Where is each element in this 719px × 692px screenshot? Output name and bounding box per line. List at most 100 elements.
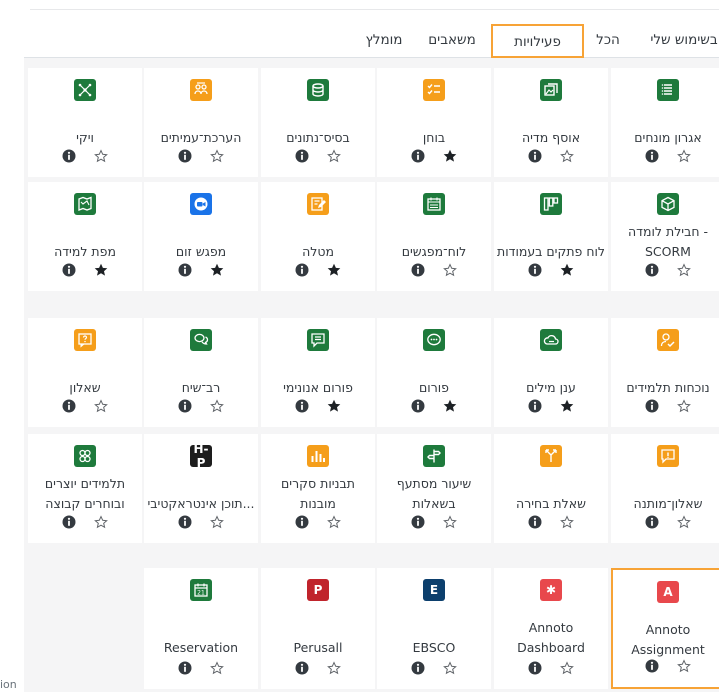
info-icon[interactable] bbox=[295, 149, 309, 163]
info-icon[interactable] bbox=[295, 515, 309, 529]
info-icon[interactable] bbox=[178, 399, 192, 413]
tab-activities[interactable]: פעילויות bbox=[491, 24, 584, 58]
star-outline-icon[interactable] bbox=[677, 263, 691, 277]
info-icon[interactable] bbox=[178, 661, 192, 675]
star-outline-icon[interactable] bbox=[443, 515, 457, 529]
activity-card[interactable]: לוח פתקים בעמודות bbox=[494, 182, 608, 291]
star-filled-icon[interactable] bbox=[560, 263, 574, 277]
activity-card[interactable]: שאלון bbox=[28, 318, 142, 427]
star-outline-icon[interactable] bbox=[210, 399, 224, 413]
star-outline-icon[interactable] bbox=[560, 515, 574, 529]
star-filled-icon[interactable] bbox=[210, 263, 224, 277]
star-outline-icon[interactable] bbox=[560, 661, 574, 675]
activity-card[interactable]: נוכחות תלמידים bbox=[611, 318, 719, 427]
star-outline-icon[interactable] bbox=[677, 149, 691, 163]
star-filled-icon[interactable] bbox=[327, 263, 341, 277]
info-icon[interactable] bbox=[645, 659, 659, 673]
activity-name: ענן מילים bbox=[526, 380, 576, 395]
info-icon[interactable] bbox=[528, 515, 542, 529]
info-icon[interactable] bbox=[295, 399, 309, 413]
activity-card[interactable]: רב־שיח bbox=[144, 318, 258, 427]
star-outline-icon[interactable] bbox=[94, 399, 108, 413]
info-icon[interactable] bbox=[295, 263, 309, 277]
activity-card[interactable]: ענן מילים bbox=[494, 318, 608, 427]
info-icon[interactable] bbox=[645, 263, 659, 277]
star-outline-icon[interactable] bbox=[94, 515, 108, 529]
info-icon[interactable] bbox=[295, 661, 309, 675]
activity-card[interactable]: בוחן bbox=[377, 68, 491, 177]
activity-card[interactable]: בסיס־נתונים bbox=[261, 68, 375, 177]
activity-card[interactable]: שיעור מסתעף בשאלות bbox=[377, 434, 491, 543]
info-icon[interactable] bbox=[645, 399, 659, 413]
star-outline-icon[interactable] bbox=[210, 515, 224, 529]
star-outline-icon[interactable] bbox=[210, 661, 224, 675]
empty-cell bbox=[28, 568, 142, 677]
activity-card[interactable]: שאלת בחירה bbox=[494, 434, 608, 543]
star-outline-icon[interactable] bbox=[327, 515, 341, 529]
survey-icon bbox=[307, 445, 329, 467]
activity-card[interactable]: מטלה bbox=[261, 182, 375, 291]
tab-resources[interactable]: משאבים bbox=[419, 24, 485, 58]
info-icon[interactable] bbox=[528, 149, 542, 163]
info-icon[interactable] bbox=[528, 263, 542, 277]
activity-card[interactable]: חבילת לומדה - SCORM bbox=[611, 182, 719, 291]
activity-card[interactable]: פורום bbox=[377, 318, 491, 427]
star-outline-icon[interactable] bbox=[677, 659, 691, 673]
info-icon[interactable] bbox=[645, 515, 659, 529]
star-outline-icon[interactable] bbox=[677, 399, 691, 413]
star-outline-icon[interactable] bbox=[677, 515, 691, 529]
tab-recommended[interactable]: מומלץ bbox=[357, 24, 411, 58]
info-icon[interactable] bbox=[645, 149, 659, 163]
info-icon[interactable] bbox=[62, 399, 76, 413]
activity-card[interactable]: שאלון־מותנה bbox=[611, 434, 719, 543]
activity-card[interactable]: תלמידים יוצרים ובוחרים קבוצה bbox=[28, 434, 142, 543]
zoom-icon bbox=[190, 193, 212, 215]
activity-card[interactable]: פורום אנונימי bbox=[261, 318, 375, 427]
info-icon[interactable] bbox=[178, 263, 192, 277]
activity-card[interactable]: מפגש זום bbox=[144, 182, 258, 291]
star-filled-icon[interactable] bbox=[327, 399, 341, 413]
activity-card[interactable]: ויקי bbox=[28, 68, 142, 177]
info-icon[interactable] bbox=[528, 399, 542, 413]
star-filled-icon[interactable] bbox=[94, 263, 108, 277]
star-filled-icon[interactable] bbox=[560, 399, 574, 413]
info-icon[interactable] bbox=[411, 149, 425, 163]
activity-card[interactable]: אגרון מונחים bbox=[611, 68, 719, 177]
info-icon[interactable] bbox=[528, 661, 542, 675]
activity-card[interactable]: הערכת־עמיתים bbox=[144, 68, 258, 177]
star-filled-icon[interactable] bbox=[443, 149, 457, 163]
star-outline-icon[interactable] bbox=[443, 263, 457, 277]
info-icon[interactable] bbox=[411, 515, 425, 529]
reservation-icon: 21 bbox=[190, 579, 212, 601]
tab-all[interactable]: הכל bbox=[587, 24, 629, 58]
activity-card[interactable]: A Annoto Assignment bbox=[611, 568, 719, 689]
star-outline-icon[interactable] bbox=[560, 149, 574, 163]
activity-card[interactable]: אוסף מדיה bbox=[494, 68, 608, 177]
info-icon[interactable] bbox=[411, 263, 425, 277]
info-icon[interactable] bbox=[178, 515, 192, 529]
star-outline-icon[interactable] bbox=[443, 661, 457, 675]
star-outline-icon[interactable] bbox=[94, 149, 108, 163]
activity-name: תוכן אינטראקטיבי... bbox=[147, 496, 255, 511]
activity-card[interactable]: לוח־מפגשים bbox=[377, 182, 491, 291]
activity-name: חבילת לומדה - SCORM bbox=[628, 224, 708, 259]
activity-card[interactable]: 21 Reservation bbox=[144, 568, 258, 689]
info-icon[interactable] bbox=[62, 263, 76, 277]
activity-card[interactable]: מפת למידה bbox=[28, 182, 142, 291]
activity-card[interactable]: E EBSCO bbox=[377, 568, 491, 689]
star-filled-icon[interactable] bbox=[443, 399, 457, 413]
star-outline-icon[interactable] bbox=[327, 149, 341, 163]
activity-name: Reservation bbox=[163, 640, 239, 655]
activity-card[interactable]: תבניות סקרים מובנות bbox=[261, 434, 375, 543]
star-outline-icon[interactable] bbox=[327, 661, 341, 675]
activity-card[interactable]: P Perusall bbox=[261, 568, 375, 689]
info-icon[interactable] bbox=[411, 399, 425, 413]
info-icon[interactable] bbox=[62, 515, 76, 529]
tab-recent[interactable]: בשימוש שלי bbox=[649, 24, 719, 58]
info-icon[interactable] bbox=[411, 661, 425, 675]
activity-card[interactable]: H-P תוכן אינטראקטיבי... bbox=[144, 434, 258, 543]
info-icon[interactable] bbox=[178, 149, 192, 163]
info-icon[interactable] bbox=[62, 149, 76, 163]
star-outline-icon[interactable] bbox=[210, 149, 224, 163]
activity-card[interactable]: ✱ Annoto Dashboard bbox=[494, 568, 608, 689]
